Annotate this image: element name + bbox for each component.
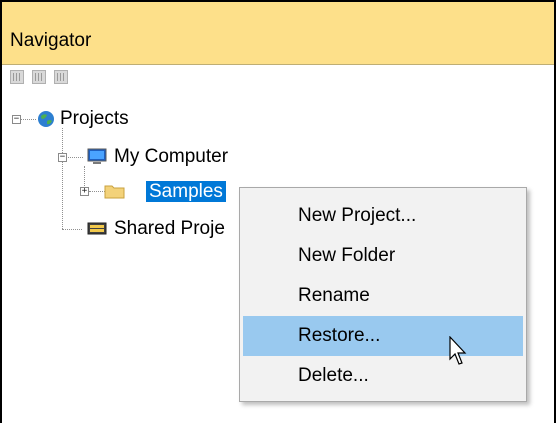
collapse-toggle[interactable]: −	[12, 115, 21, 124]
collapse-toggle[interactable]: −	[58, 153, 67, 162]
tree-connector	[62, 128, 63, 229]
tree-item-projects[interactable]: Projects	[60, 107, 129, 131]
expand-toggle[interactable]: +	[80, 187, 89, 196]
menu-item-new-folder[interactable]: New Folder	[240, 236, 526, 276]
context-menu: New Project... New Folder Rename Restore…	[239, 187, 527, 402]
tree-connector	[21, 119, 36, 120]
globe-icon	[38, 111, 54, 127]
move-icon[interactable]	[32, 70, 46, 84]
title-bar: Navigator	[2, 2, 554, 65]
tree-connector	[66, 157, 83, 158]
menu-item-restore[interactable]: Restore...	[243, 316, 523, 356]
menu-item-delete[interactable]: Delete...	[240, 356, 526, 396]
tree-connector	[62, 229, 82, 230]
folder-icon	[104, 185, 125, 199]
tree-item-my-computer[interactable]: My Computer	[114, 145, 228, 169]
tree-connector	[89, 191, 105, 192]
collapse-icon[interactable]	[54, 70, 68, 84]
grid-view-icon[interactable]	[10, 70, 24, 84]
selected-label: Samples	[146, 181, 226, 202]
panel-title: Navigator	[10, 30, 92, 51]
shared-drive-icon	[87, 222, 107, 235]
menu-item-new-project[interactable]: New Project...	[240, 196, 526, 236]
mouse-cursor-icon	[449, 336, 467, 365]
tree-item-shared-projects[interactable]: Shared Proje	[114, 217, 225, 241]
tree-item-samples[interactable]: Samples	[146, 180, 226, 204]
monitor-icon	[87, 148, 107, 164]
menu-item-rename[interactable]: Rename	[240, 276, 526, 316]
